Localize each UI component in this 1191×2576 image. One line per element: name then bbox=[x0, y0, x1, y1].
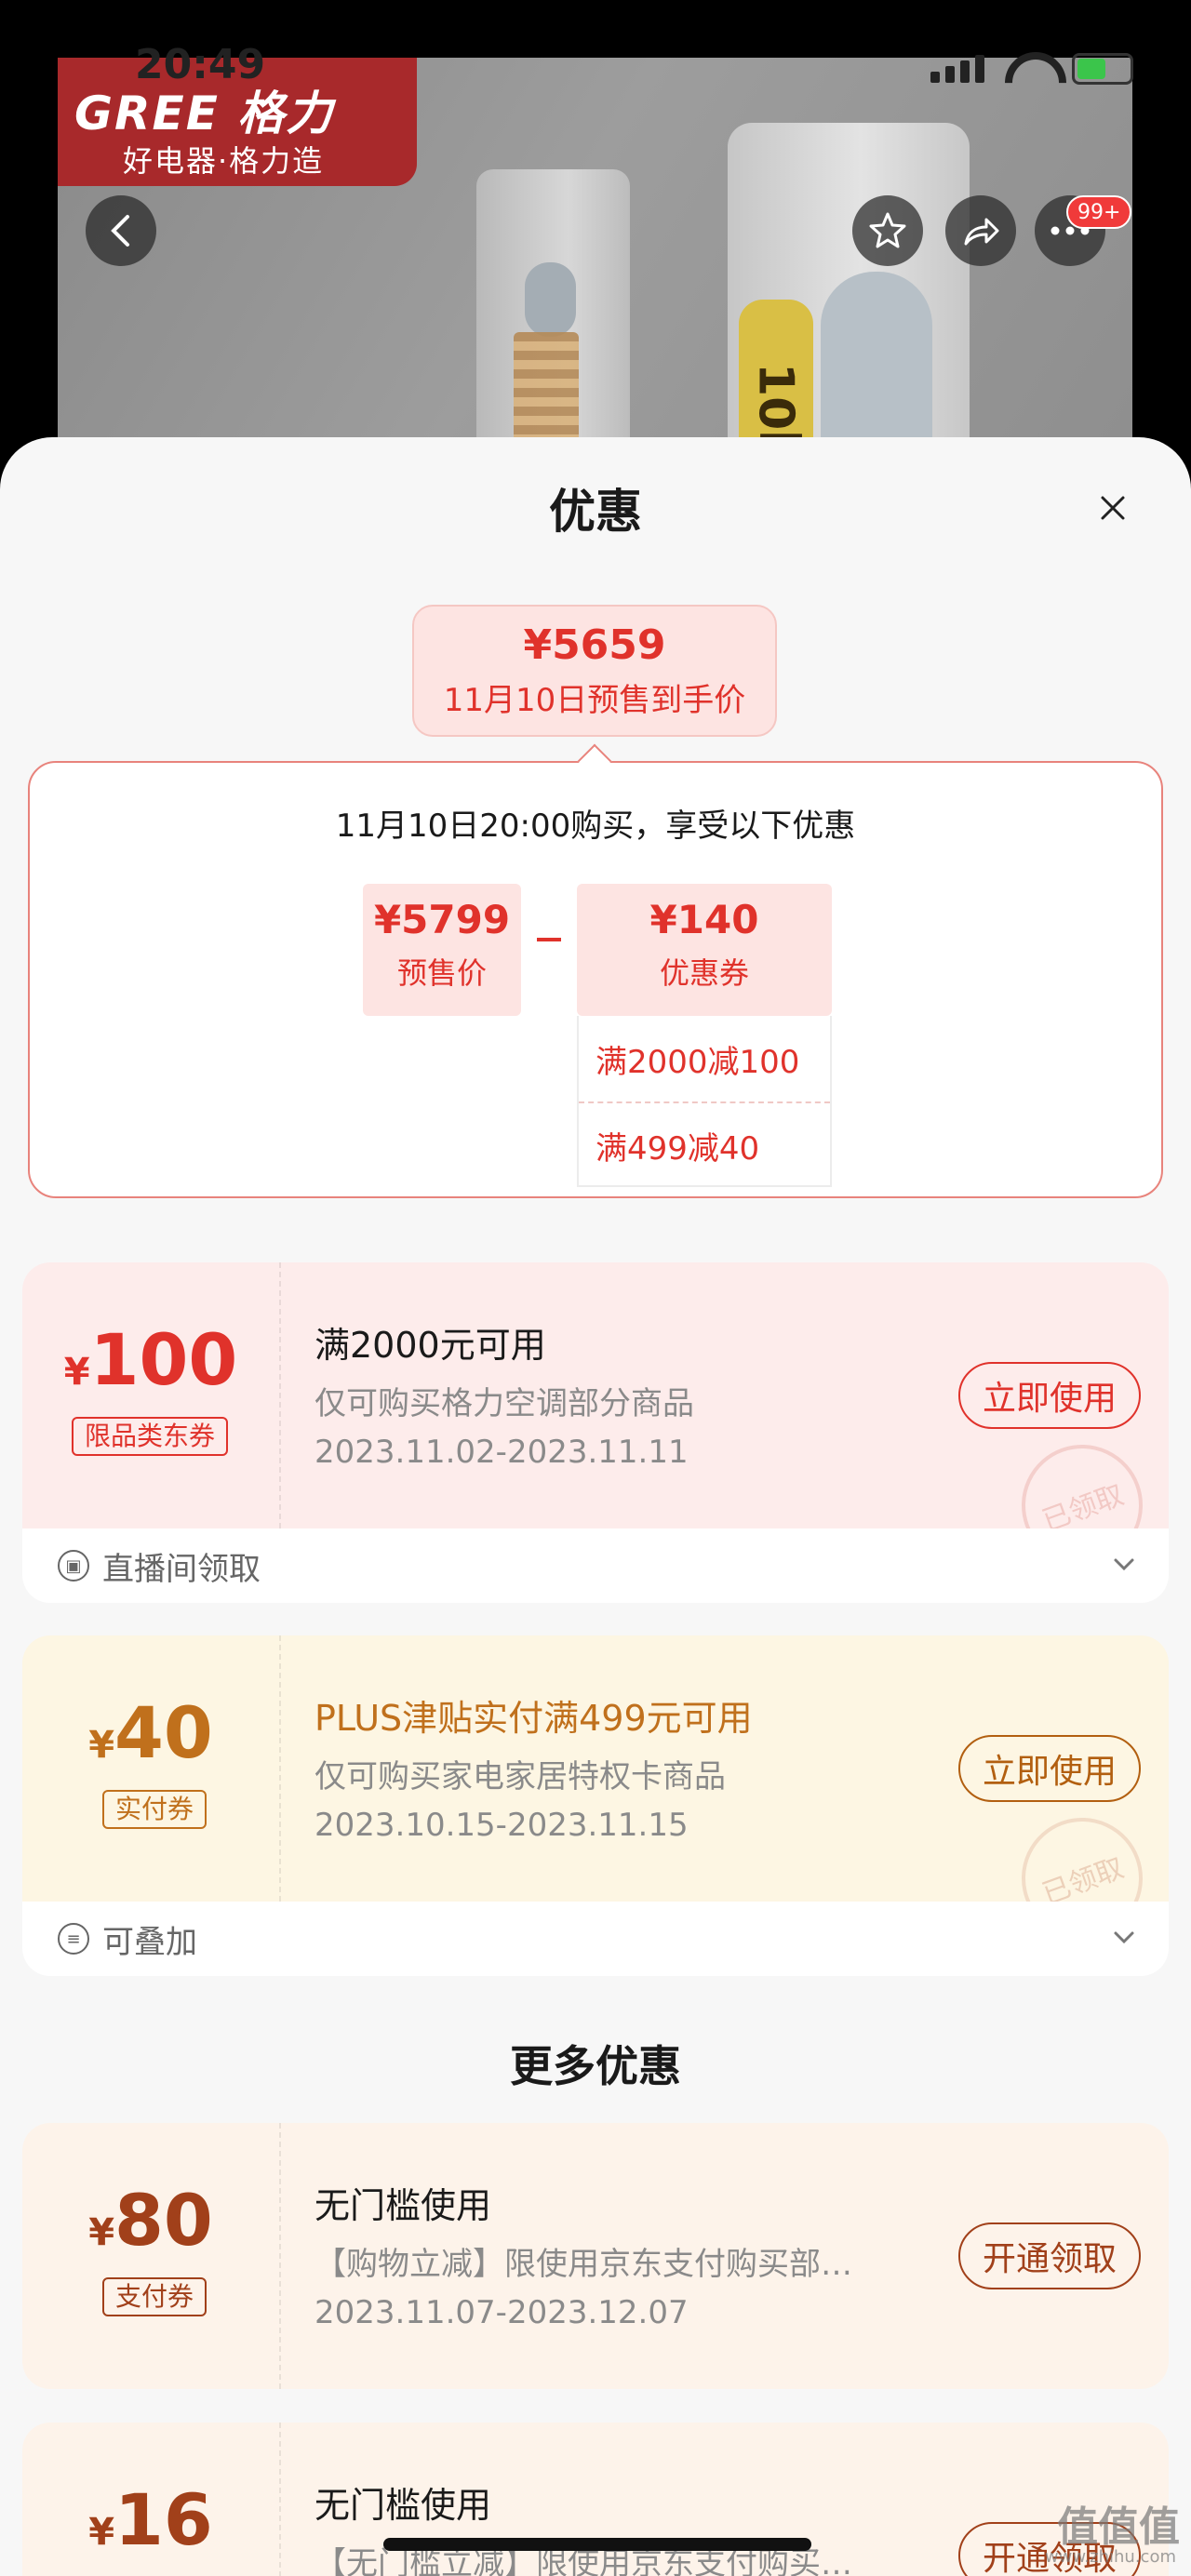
offer-divider bbox=[279, 2123, 281, 2389]
back-button[interactable] bbox=[86, 195, 156, 266]
coupon-footer[interactable]: ≡ 可叠加 bbox=[22, 1902, 1169, 1976]
site-watermark: 值值值 bbox=[1057, 2503, 1180, 2551]
coupon-total: ¥140 bbox=[649, 897, 759, 942]
coupon-card: ¥100 限品类东券 满2000元可用 仅可购买格力空调部分商品 2023.11… bbox=[22, 1262, 1169, 1603]
live-room-icon: ▣ bbox=[58, 1550, 89, 1582]
battery-icon bbox=[1072, 53, 1133, 85]
final-price: ¥5659 bbox=[523, 621, 666, 669]
status-icons bbox=[930, 52, 1133, 86]
coupon-breakdown-item: 满2000减100 bbox=[596, 1043, 800, 1081]
coupon-title: 满2000元可用 bbox=[314, 1325, 546, 1366]
offer-amount: ¥80 bbox=[22, 2179, 279, 2262]
chevron-down-icon[interactable] bbox=[1111, 1551, 1137, 1577]
offer-amount-number: 80 bbox=[114, 2179, 213, 2262]
currency-symbol: ¥ bbox=[88, 1724, 115, 1767]
offer-validity: 2023.11.07-2023.12.07 bbox=[314, 2294, 689, 2331]
coupon-footer[interactable]: ▣ 直播间领取 bbox=[22, 1528, 1169, 1603]
coupon-divider bbox=[279, 1635, 281, 1902]
coupon-breakdown-list: 满2000减100 满499减40 bbox=[577, 1016, 832, 1187]
coupon-total-label: 优惠券 bbox=[659, 955, 749, 991]
coupon-body: ¥100 限品类东券 满2000元可用 仅可购买格力空调部分商品 2023.11… bbox=[22, 1262, 1169, 1583]
close-button[interactable] bbox=[1091, 486, 1135, 530]
offer-value: ¥16 bbox=[22, 2423, 279, 2576]
offer-amount: ¥16 bbox=[22, 2478, 279, 2561]
brand-slogan: 好电器·格力造 bbox=[123, 143, 325, 179]
close-icon bbox=[1101, 496, 1125, 520]
coupon-value: ¥100 限品类东券 bbox=[22, 1262, 279, 1528]
currency-symbol: ¥ bbox=[63, 1351, 90, 1394]
final-price-label: 11月10日预售到手价 bbox=[443, 682, 746, 719]
more-offers-title: 更多优惠 bbox=[510, 2041, 681, 2091]
favorite-button[interactable] bbox=[852, 195, 923, 266]
coupon-source: 直播间领取 bbox=[102, 1550, 261, 1588]
share-icon bbox=[964, 218, 999, 246]
minus-sign bbox=[537, 938, 561, 941]
coupon-description: 仅可购买家电家居特权卡商品 bbox=[314, 1758, 726, 1795]
offer-amount-number: 16 bbox=[114, 2478, 213, 2561]
discount-breakdown: 11月10日20:00购买，享受以下优惠 ¥5799 预售价 ¥140 优惠券 … bbox=[28, 761, 1163, 1198]
coupon-breakdown-item: 满499减40 bbox=[579, 1101, 830, 1187]
presale-price-block: ¥5799 预售价 bbox=[363, 884, 521, 1016]
coupon-type-tag: 实付券 bbox=[102, 1790, 207, 1829]
offer-divider bbox=[279, 2423, 281, 2576]
stack-icon: ≡ bbox=[58, 1923, 89, 1955]
final-price-badge: ¥5659 11月10日预售到手价 bbox=[412, 605, 777, 737]
coupon-body: ¥40 实付券 PLUS津贴实付满499元可用 仅可购买家电家居特权卡商品 20… bbox=[22, 1635, 1169, 1956]
coupon-title: PLUS津贴实付满499元可用 bbox=[314, 1698, 753, 1739]
offer-body: ¥16 无门槛使用 【无门槛立减】限使用京东支付购买… 开通领取 bbox=[22, 2423, 1169, 2576]
home-indicator[interactable] bbox=[383, 2538, 811, 2551]
discount-sheet: 优惠 11月10日20:00购买，享受以下优惠 ¥5799 预售价 ¥140 优… bbox=[0, 437, 1191, 2576]
coupon-amount: ¥100 bbox=[22, 1318, 279, 1401]
coupon-type-tag: 限品类东券 bbox=[72, 1417, 229, 1456]
currency-symbol: ¥ bbox=[88, 2511, 115, 2554]
breakdown-title: 11月10日20:00购买，享受以下优惠 bbox=[335, 808, 856, 845]
activate-claim-button[interactable]: 开通领取 bbox=[958, 2222, 1141, 2289]
presale-label: 预售价 bbox=[396, 955, 487, 991]
offer-title: 无门槛使用 bbox=[314, 2185, 492, 2226]
signal-icon bbox=[930, 55, 984, 83]
offer-card: ¥80 支付券 无门槛使用 【购物立减】限使用京东支付购买部… 2023.11.… bbox=[22, 2123, 1169, 2389]
site-watermark-url: www.zhihu.com bbox=[1044, 2547, 1176, 2567]
use-now-button[interactable]: 立即使用 bbox=[958, 1735, 1141, 1802]
use-now-button[interactable]: 立即使用 bbox=[958, 1362, 1141, 1429]
currency-symbol: ¥ bbox=[88, 2211, 115, 2254]
coupon-value: ¥40 实付券 bbox=[22, 1635, 279, 1902]
coupon-total-block: ¥140 优惠券 bbox=[577, 884, 832, 1016]
offer-description: 【购物立减】限使用京东支付购买部… bbox=[314, 2246, 852, 2283]
offer-title: 无门槛使用 bbox=[314, 2485, 492, 2526]
coupon-divider bbox=[279, 1262, 281, 1528]
coupon-amount-number: 40 bbox=[114, 1691, 213, 1774]
chevron-down-icon[interactable] bbox=[1111, 1924, 1137, 1950]
presale-price: ¥5799 bbox=[373, 897, 511, 942]
coupon-validity: 2023.11.02-2023.11.11 bbox=[314, 1434, 689, 1471]
coupon-amount-number: 100 bbox=[89, 1318, 238, 1401]
status-time: 20:49 bbox=[135, 41, 266, 88]
offer-value: ¥80 支付券 bbox=[22, 2123, 279, 2389]
offer-type-tag: 支付券 bbox=[102, 2277, 207, 2316]
offer-body: ¥80 支付券 无门槛使用 【购物立减】限使用京东支付购买部… 2023.11.… bbox=[22, 2123, 1169, 2389]
sheet-title: 优惠 bbox=[549, 485, 642, 539]
chevron-left-icon bbox=[111, 215, 129, 247]
coupon-stackable: 可叠加 bbox=[102, 1923, 197, 1961]
coupon-card: ¥40 实付券 PLUS津贴实付满499元可用 仅可购买家电家居特权卡商品 20… bbox=[22, 1635, 1169, 1976]
coupon-amount: ¥40 bbox=[22, 1691, 279, 1774]
share-button[interactable] bbox=[945, 195, 1016, 266]
product-hero: 10匹 GREE 格力 好电器·格力造 20:49 99+ bbox=[0, 0, 1191, 502]
message-count-badge: 99+ bbox=[1066, 195, 1132, 229]
wifi-icon bbox=[1005, 52, 1051, 86]
coupon-description: 仅可购买格力空调部分商品 bbox=[314, 1385, 694, 1422]
unit-display-panel bbox=[525, 262, 576, 337]
offer-card: ¥16 无门槛使用 【无门槛立减】限使用京东支付购买… 开通领取 bbox=[22, 2423, 1169, 2576]
coupon-validity: 2023.10.15-2023.11.15 bbox=[314, 1807, 689, 1844]
star-icon bbox=[869, 212, 906, 248]
